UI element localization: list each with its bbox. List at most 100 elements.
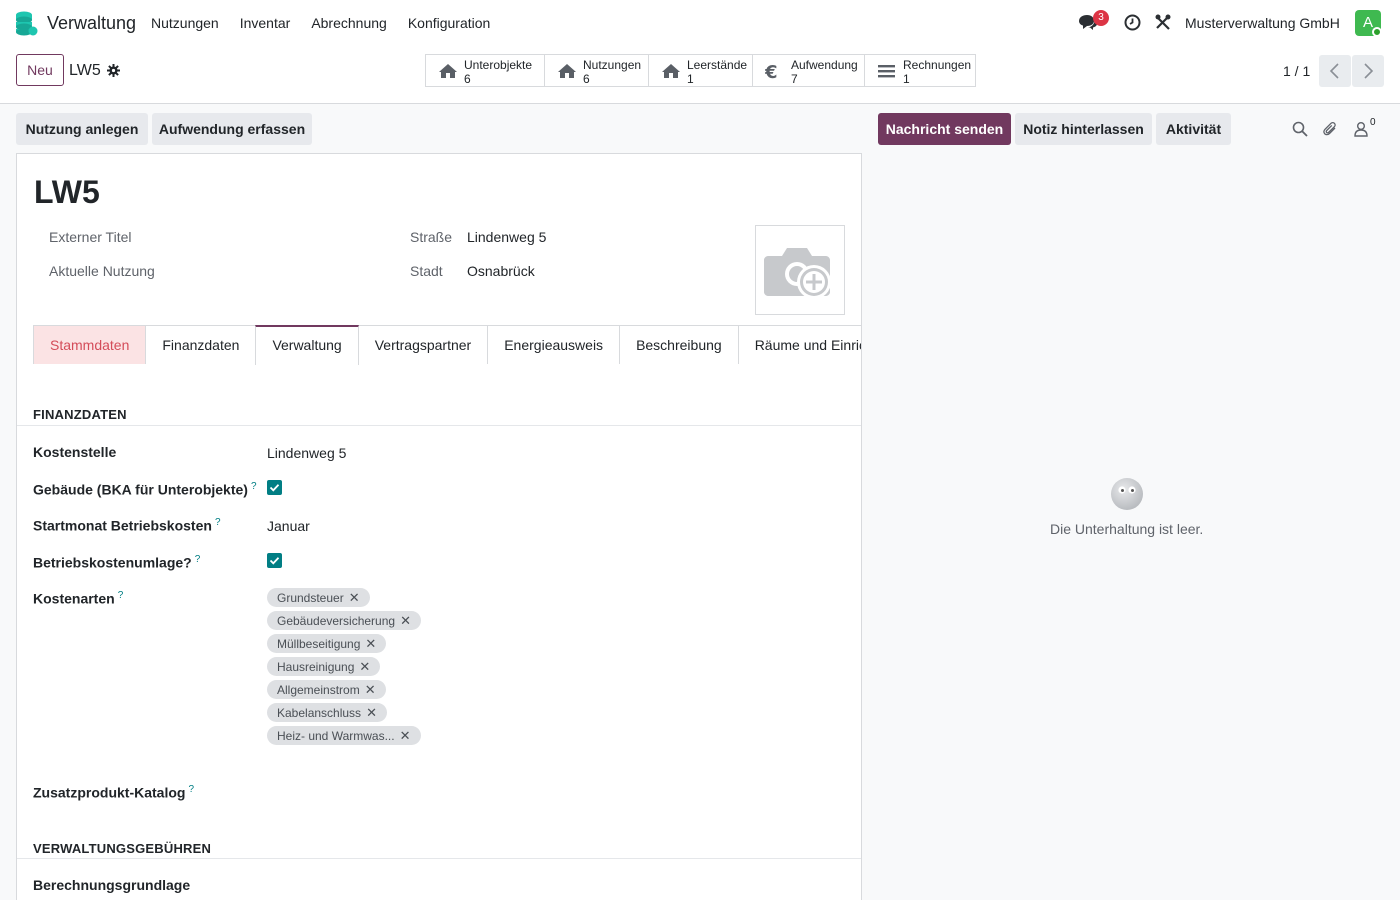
gear-icon[interactable] — [107, 64, 120, 77]
checkmark-icon — [269, 484, 280, 492]
smart-button-count: 1 — [903, 72, 910, 86]
help-tooltip[interactable]: ? — [118, 590, 124, 601]
company-switcher[interactable]: Musterverwaltung GmbH — [1185, 15, 1340, 31]
street-label: Straße — [410, 229, 453, 245]
tag-remove-icon[interactable]: ✕ — [365, 682, 376, 697]
section-divider — [17, 425, 861, 426]
smart-button-aufwendung[interactable]: € Aufwendung 7 — [753, 55, 865, 86]
image-upload[interactable] — [755, 225, 845, 315]
empty-chat-face-icon — [1111, 478, 1143, 510]
clock-icon[interactable] — [1124, 14, 1141, 31]
smart-button-label: Aufwendung — [791, 58, 858, 72]
menu-item-inventar[interactable]: Inventar — [240, 15, 291, 31]
tag-remove-icon[interactable]: ✕ — [359, 659, 370, 674]
city-field[interactable]: Osnabrück — [467, 263, 535, 279]
smart-button-label: Rechnungen — [903, 58, 972, 72]
search-icon[interactable] — [1292, 121, 1308, 137]
tab-verwaltung[interactable]: Verwaltung — [255, 325, 359, 365]
cost-types-label: Kostenarten? — [33, 590, 124, 607]
followers-icon[interactable] — [1353, 121, 1369, 137]
smart-button-label: Nutzungen — [583, 58, 642, 72]
tab-finanzdaten[interactable]: Finanzdaten — [145, 325, 257, 364]
smart-button-count: 1 — [687, 72, 694, 86]
tab-stammdaten[interactable]: Stammdaten — [33, 325, 147, 364]
home-icon — [662, 64, 680, 78]
section-heading-finance: FINANZDATEN — [33, 407, 127, 422]
smart-button-leerstaende[interactable]: Leerstände 1 — [649, 55, 753, 86]
tag-remove-icon[interactable]: ✕ — [400, 613, 411, 628]
breadcrumb-record: LW5 — [69, 62, 101, 79]
notebook-tabs: Stammdaten Finanzdaten Verwaltung Vertra… — [33, 325, 861, 365]
start-month-label: Startmonat Betriebskosten? — [33, 517, 221, 534]
svg-text:€: € — [765, 63, 778, 79]
help-tooltip[interactable]: ? — [195, 554, 201, 565]
smart-button-count: 7 — [791, 72, 798, 86]
log-note-button[interactable]: Notiz hinterlassen — [1015, 113, 1152, 145]
activity-button[interactable]: Aktivität — [1156, 113, 1231, 145]
tab-energieausweis[interactable]: Energieausweis — [487, 325, 621, 364]
cost-types-tags[interactable]: Grundsteuer ✕ Gebäudeversicherung ✕ Müllbe… — [267, 588, 421, 749]
menu-item-abrechnung[interactable]: Abrechnung — [311, 15, 387, 31]
menu-item-konfiguration[interactable]: Konfiguration — [408, 15, 491, 31]
chevron-right-icon — [1364, 63, 1374, 79]
catalog-label: Zusatzprodukt-Katalog? — [33, 784, 195, 801]
smart-button-nutzungen[interactable]: Nutzungen 6 — [545, 55, 649, 86]
chat-badge: 3 — [1093, 10, 1109, 26]
tag: Kabelanschluss ✕ — [267, 703, 387, 722]
pager-next-button[interactable] — [1352, 55, 1384, 87]
tag: Gebäudeversicherung ✕ — [267, 611, 421, 630]
tag-remove-icon[interactable]: ✕ — [366, 705, 377, 720]
list-icon — [878, 65, 895, 78]
send-message-button[interactable]: Nachricht senden — [878, 113, 1011, 145]
chevron-left-icon — [1329, 63, 1339, 79]
street-field[interactable]: Lindenweg 5 — [467, 229, 546, 245]
control-panel: Neu LW5 Unterobjekte 6 Nutzungen 6 Leers… — [0, 46, 1400, 104]
menu-item-nutzungen[interactable]: Nutzungen — [151, 15, 219, 31]
home-icon — [439, 64, 457, 78]
tag: Grundsteuer ✕ — [267, 588, 370, 607]
tab-vertragspartner[interactable]: Vertragspartner — [357, 325, 489, 364]
tab-beschreibung[interactable]: Beschreibung — [619, 325, 739, 364]
smart-button-count: 6 — [583, 72, 590, 86]
chatter-empty-message: Die Unterhaltung ist leer. — [1050, 521, 1204, 537]
cost-center-field[interactable]: Lindenweg 5 — [267, 445, 346, 461]
tag: Allgemeinstrom ✕ — [267, 680, 386, 699]
start-month-field[interactable]: Januar — [267, 518, 310, 534]
follower-count: 0 — [1370, 117, 1376, 128]
tools-icon[interactable] — [1155, 14, 1171, 31]
record-expense-button[interactable]: Aufwendung erfassen — [152, 113, 312, 145]
basis-label: Berechnungsgrundlage — [33, 877, 191, 893]
smart-button-count: 6 — [464, 72, 471, 86]
tag-remove-icon[interactable]: ✕ — [349, 590, 360, 605]
create-usage-button[interactable]: Nutzung anlegen — [16, 113, 148, 145]
app-logo-icon[interactable] — [14, 10, 38, 36]
building-checkbox[interactable] — [267, 480, 282, 495]
tab-raeume[interactable]: Räume und Einrichtung — [737, 325, 861, 364]
external-title-label: Externer Titel — [49, 229, 132, 245]
apportionment-label: Betriebskostenumlage?? — [33, 554, 201, 571]
top-navbar: Verwaltung Nutzungen Inventar Abrechnung… — [0, 0, 1400, 46]
smart-button-box: Unterobjekte 6 Nutzungen 6 Leerstände 1 … — [425, 54, 976, 87]
pager-value[interactable]: 1 / 1 — [1283, 63, 1310, 79]
tag-remove-icon[interactable]: ✕ — [365, 636, 376, 651]
help-tooltip[interactable]: ? — [215, 517, 221, 528]
smart-button-label: Leerstände — [687, 58, 748, 72]
help-tooltip[interactable]: ? — [251, 481, 257, 492]
tag: Hausreinigung ✕ — [267, 657, 381, 676]
apportionment-checkbox[interactable] — [267, 553, 282, 568]
record-title[interactable]: LW5 — [34, 174, 100, 211]
paperclip-icon[interactable] — [1322, 121, 1338, 137]
smart-button-unterobjekte[interactable]: Unterobjekte 6 — [426, 55, 545, 86]
checkmark-icon — [269, 557, 280, 565]
smart-button-rechnungen[interactable]: Rechnungen 1 — [865, 55, 975, 86]
help-tooltip[interactable]: ? — [188, 784, 194, 795]
section-heading-fees: VERWALTUNGSGEBÜHREN — [33, 841, 212, 856]
main-menu: Nutzungen Inventar Abrechnung Konfigurat… — [151, 15, 511, 31]
euro-icon: € — [765, 63, 778, 79]
tag: Müllbeseitigung ✕ — [267, 634, 387, 653]
pager-previous-button[interactable] — [1319, 55, 1351, 87]
tag-remove-icon[interactable]: ✕ — [400, 728, 411, 743]
new-button[interactable]: Neu — [16, 54, 64, 86]
home-icon — [558, 64, 576, 78]
app-name[interactable]: Verwaltung — [47, 13, 136, 34]
